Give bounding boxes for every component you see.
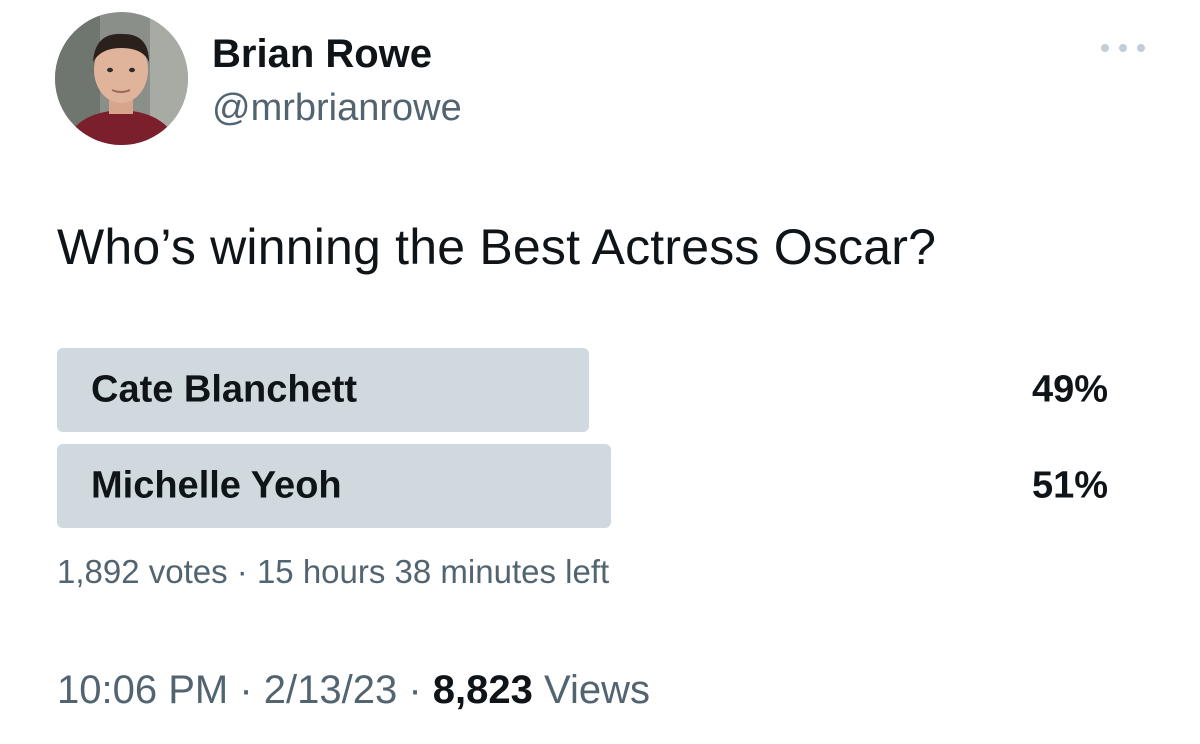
timestamp-separator: · xyxy=(228,668,264,712)
poll-meta: 1,892 votes · 15 hours 38 minutes left xyxy=(57,553,609,591)
tweet-text: Who’s winning the Best Actress Oscar? xyxy=(57,219,937,275)
more-dot xyxy=(1101,44,1109,52)
poll-separator: · xyxy=(227,553,257,590)
poll: Cate Blanchett 49% Michelle Yeoh 51% xyxy=(57,348,1112,540)
poll-option[interactable]: Michelle Yeoh 51% xyxy=(57,444,1112,528)
tweet-timestamp: 10:06 PM · 2/13/23 · 8,823 Views xyxy=(57,668,650,713)
author-name[interactable]: Brian Rowe xyxy=(212,32,432,77)
poll-option[interactable]: Cate Blanchett 49% xyxy=(57,348,1112,432)
poll-time-left: 15 hours 38 minutes left xyxy=(256,553,610,590)
more-horizontal-icon[interactable] xyxy=(1101,36,1145,60)
tweet-time[interactable]: 10:06 PM xyxy=(57,668,228,712)
more-dot xyxy=(1137,44,1145,52)
poll-option-label: Michelle Yeoh xyxy=(91,464,342,507)
author-handle[interactable]: @mrbrianrowe xyxy=(212,87,462,130)
views-label[interactable]: Views xyxy=(544,668,650,712)
author-avatar[interactable] xyxy=(55,12,188,145)
more-dot xyxy=(1119,44,1127,52)
tweet-date[interactable]: 2/13/23 xyxy=(264,668,397,712)
user-avatar-photo-icon xyxy=(55,12,188,145)
tweet-header: Brian Rowe @mrbrianrowe xyxy=(55,12,1145,147)
poll-option-label: Cate Blanchett xyxy=(91,368,358,411)
poll-option-percent: 51% xyxy=(1031,464,1108,507)
views-count[interactable]: 8,823 xyxy=(433,668,533,712)
timestamp-separator: · xyxy=(397,668,433,712)
poll-votes: 1,892 votes xyxy=(57,553,228,590)
poll-option-percent: 49% xyxy=(1031,368,1108,411)
